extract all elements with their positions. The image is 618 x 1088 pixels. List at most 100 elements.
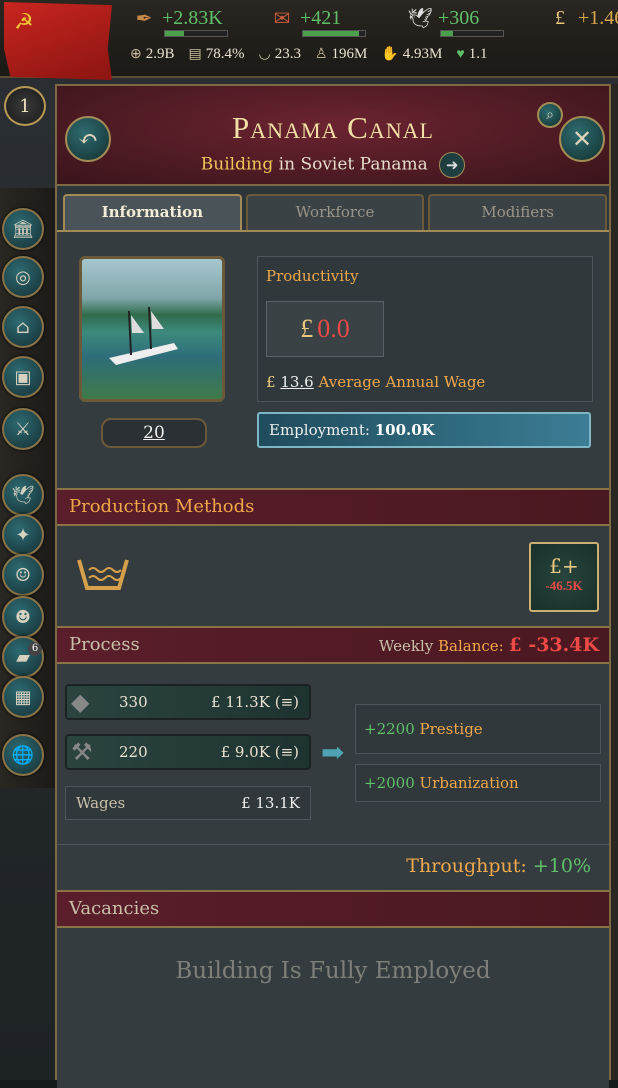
people-icon: ♙: [314, 47, 328, 62]
notification-badge: 6: [28, 642, 42, 656]
wage-label: Average Annual Wage: [318, 373, 486, 391]
resource-dove[interactable]: 🕊 +306: [406, 4, 504, 37]
output-value: +2200: [364, 720, 415, 738]
stat-workforce[interactable]: ✋ 4.93M: [381, 46, 442, 63]
diplomacy-icon[interactable]: 🕊: [2, 474, 44, 516]
panel-header: ↶ ✕ ⌕ Panama Canal Building in Soviet Pa…: [57, 86, 609, 186]
canal-method-icon[interactable]: [75, 554, 131, 594]
globe-icon[interactable]: 🌐: [2, 734, 44, 776]
vacancies-body: Building Is Fully Employed: [57, 928, 609, 1088]
goto-arrow-icon[interactable]: ➜: [439, 152, 466, 178]
resource-value: +2.83K: [162, 6, 223, 29]
process-label: Process: [69, 634, 140, 655]
stat-health[interactable]: ♥ 1.1: [456, 46, 487, 63]
wages-label: Wages: [76, 794, 126, 812]
state-link[interactable]: Soviet Panama: [300, 155, 427, 175]
production-methods-body: £+ -46.5K: [57, 526, 609, 626]
technology-icon[interactable]: ✦: [2, 514, 44, 556]
pound-plus-icon: £+: [549, 554, 579, 578]
resource-value: +306: [438, 6, 480, 29]
politics-icon[interactable]: ☻: [2, 596, 44, 638]
output-prestige[interactable]: +2200 Prestige: [355, 704, 601, 754]
progress-bar: [440, 30, 504, 37]
feather-icon: ✒: [135, 7, 153, 30]
rank-badge[interactable]: 1: [4, 86, 46, 126]
progress-bar: [164, 30, 228, 37]
government-icon[interactable]: 🏛: [2, 208, 44, 250]
tab-modifiers[interactable]: Modifiers: [428, 194, 608, 230]
info-section: 20 Productivity £ 0.0 £ 13.6 Average Ann…: [57, 230, 609, 488]
resource-value: +1.46: [578, 6, 618, 29]
coins-icon: ≡: [280, 743, 294, 761]
employment-bar[interactable]: Employment: 100.0K: [257, 412, 591, 448]
pound-icon: £: [266, 373, 276, 391]
resource-influence[interactable]: ✉ +421: [268, 4, 366, 37]
productivity-value[interactable]: £ 0.0: [266, 301, 384, 357]
dove-icon: 🕊: [407, 7, 433, 30]
balance-value: £ -33.4K: [508, 634, 599, 656]
weekly-balance[interactable]: Weekly Balance: £ -33.4K: [379, 628, 599, 663]
input-qty: 330: [119, 693, 148, 711]
building-level[interactable]: 20: [101, 418, 207, 448]
top-bar: ☭ ✒ +2.83K ✉ +421 🕊 +306 £ +1.46 ⊕2.9B ▤…: [0, 0, 618, 80]
coal-icon: ◆: [71, 688, 90, 716]
input-cost: £ 9.0K (≡): [220, 743, 299, 761]
wages-value: £ 13.1K: [241, 794, 300, 812]
heart-icon: ♥: [456, 46, 465, 62]
building-subtitle: Building in Soviet Panama ➜: [57, 152, 609, 178]
country-flag[interactable]: ☭: [4, 2, 112, 80]
military-icon[interactable]: ⚔: [2, 408, 44, 450]
building-title: Panama Canal: [232, 110, 434, 145]
vacancies-message: Building Is Fully Employed: [175, 958, 491, 984]
subtitle-in: in: [278, 154, 296, 175]
productivity-box: Productivity £ 0.0 £ 13.6 Average Annual…: [257, 256, 593, 402]
hammer-sickle-icon: ☭: [14, 10, 34, 35]
output-label: Prestige: [419, 720, 483, 738]
right-edge: [611, 84, 618, 1080]
average-wage[interactable]: £ 13.6 Average Annual Wage: [266, 373, 485, 391]
subtitle-type: Building: [200, 154, 274, 175]
input-tools[interactable]: ⚒ 220 £ 9.0K (≡): [65, 734, 311, 770]
building-panel: ↶ ✕ ⌕ Panama Canal Building in Soviet Pa…: [55, 84, 611, 1088]
stats-row: ⊕ 2.9B ▤ 78.4% ◡ 23.3 ♙ 196M ✋ 4.93M ♥ 1.1: [130, 46, 487, 63]
vacancies-header: Vacancies: [57, 890, 609, 928]
pound-icon: £: [300, 314, 314, 343]
stat-population[interactable]: ♙ 196M: [315, 46, 367, 63]
process-body: ◆ 330 £ 11.3K (≡) ⚒ 220 £ 9.0K (≡) Wages…: [57, 664, 609, 844]
pm-cost-box[interactable]: £+ -46.5K: [529, 542, 599, 612]
factory-icon[interactable]: ⌂: [2, 306, 44, 348]
tab-workforce[interactable]: Workforce: [245, 194, 425, 230]
hand-icon: ✋: [381, 47, 399, 62]
stat-sol[interactable]: ◡ 23.3: [258, 46, 300, 63]
throughput-row: Throughput: +10%: [57, 844, 609, 890]
throughput[interactable]: Throughput: +10%: [406, 855, 591, 877]
pound-icon: £: [555, 6, 565, 29]
wages-row[interactable]: Wages £ 13.1K: [65, 786, 311, 820]
input-coal[interactable]: ◆ 330 £ 11.3K (≡): [65, 684, 311, 720]
arrow-right-icon: ➡: [321, 736, 345, 769]
pm-cost-value: -46.5K: [545, 578, 583, 593]
tab-bar: Information Workforce Modifiers: [63, 194, 608, 230]
output-label: Urbanization: [419, 774, 519, 792]
productivity-label: Productivity: [266, 267, 359, 285]
resource-money[interactable]: £ +1.46: [546, 4, 618, 32]
budget-icon[interactable]: ◎: [2, 256, 44, 298]
resource-feather[interactable]: ✒ +2.83K: [130, 4, 228, 37]
tools-icon: ⚒: [71, 738, 93, 766]
balance-label: Balance:: [438, 637, 504, 655]
stat-gdp[interactable]: ⊕ 2.9B: [130, 46, 175, 63]
scroll-icon: ✉: [273, 7, 291, 30]
stat-literacy[interactable]: ▤ 78.4%: [189, 46, 245, 63]
pound-coin-icon: ⊕: [130, 47, 142, 62]
market-icon[interactable]: ▣: [2, 356, 44, 398]
resource-value: +421: [300, 6, 342, 29]
culture-icon[interactable]: ☺: [2, 554, 44, 596]
input-qty: 220: [119, 743, 148, 761]
process-header: Process Weekly Balance: £ -33.4K: [57, 626, 609, 664]
output-value: +2000: [364, 774, 415, 792]
production-methods-header: Production Methods: [57, 488, 609, 526]
output-urbanization[interactable]: +2000 Urbanization: [355, 764, 601, 802]
ledger-icon[interactable]: ▦: [2, 676, 44, 718]
tab-information[interactable]: Information: [63, 194, 242, 230]
productivity-number: 0.0: [317, 314, 350, 343]
